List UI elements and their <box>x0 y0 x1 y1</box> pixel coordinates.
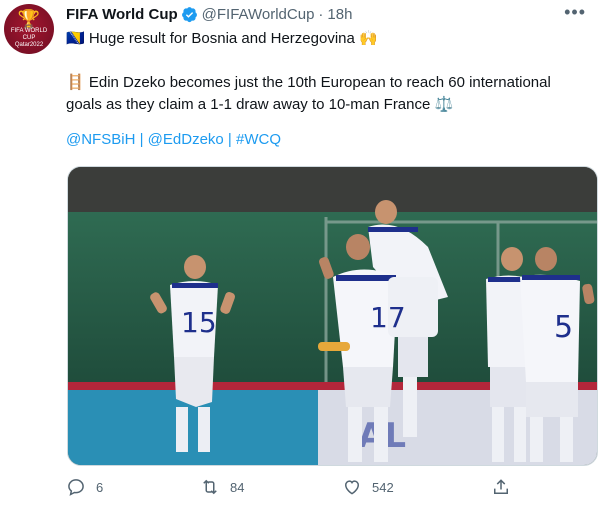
heart-icon <box>344 480 360 495</box>
jersey-number-5: 5 <box>554 310 573 345</box>
account-avatar[interactable]: 🏆 FIFA WORLD CUP Qatar2022 <box>4 4 54 54</box>
hashtag-wcq[interactable]: #WCQ <box>236 131 281 148</box>
reply-count: 6 <box>96 479 104 495</box>
trophy-icon: 🏆 <box>17 8 41 29</box>
jersey-number-15: 15 <box>181 306 217 339</box>
photo-celebration: AL 15 <box>68 167 597 465</box>
mention-edzeko[interactable]: @EdDzeko <box>148 131 224 148</box>
tweet-links: @NFSBiH | @EdDzeko | #WCQ <box>66 131 281 148</box>
mention-nfsbih[interactable]: @NFSBiH <box>66 131 135 148</box>
separator-dot: · <box>318 5 324 23</box>
tweet-line-2: 🪜 Edin Dzeko becomes just the 10th Europ… <box>66 74 551 113</box>
reply-icon <box>68 479 84 496</box>
like-button[interactable]: 542 <box>342 477 394 497</box>
tweet: 🏆 FIFA WORLD CUP Qatar2022 FIFA World Cu… <box>0 0 600 511</box>
more-options-icon[interactable]: ••• <box>564 2 586 23</box>
retweet-button[interactable]: 84 <box>200 477 244 497</box>
tweet-time[interactable]: 18h <box>327 6 352 23</box>
tweet-actions: 6 84 542 <box>66 477 516 501</box>
like-count: 542 <box>372 479 394 495</box>
tweet-header: FIFA World Cup @FIFAWorldCup · 18h <box>66 4 352 24</box>
link-separator: | <box>139 131 144 148</box>
share-icon <box>494 479 508 494</box>
retweet-count: 84 <box>230 479 245 495</box>
verified-badge-icon <box>181 6 197 22</box>
share-button[interactable] <box>491 477 521 497</box>
tweet-line-1: 🇧🇦 Huge result for Bosnia and Herzegovin… <box>66 30 378 47</box>
tweet-photo[interactable]: AL 15 <box>67 166 598 466</box>
account-handle[interactable]: @FIFAWorldCup <box>202 6 315 23</box>
jersey-number-17: 17 <box>370 301 406 334</box>
tweet-text: 🇧🇦 Huge result for Bosnia and Herzegovin… <box>66 28 586 116</box>
retweet-icon <box>203 479 217 495</box>
link-separator: | <box>227 131 232 148</box>
reply-button[interactable]: 6 <box>66 477 103 497</box>
avatar-text: FIFA WORLD CUP Qatar2022 <box>10 27 48 48</box>
account-name[interactable]: FIFA World Cup <box>66 6 178 23</box>
